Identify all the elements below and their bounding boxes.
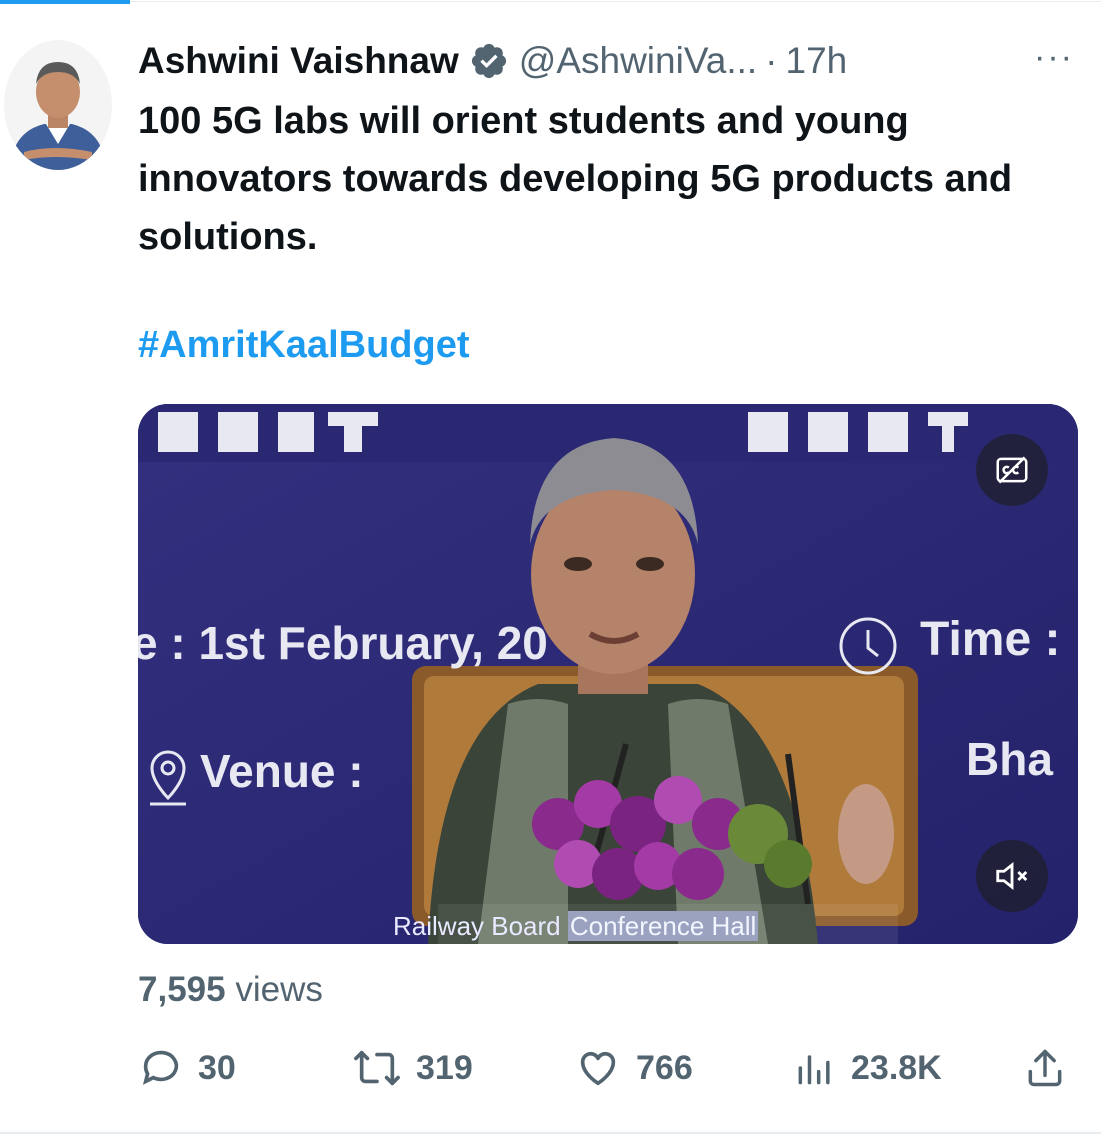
tweet-text: 100 5G labs will orient students and you…	[138, 100, 1013, 258]
caption-part-1: Railway Board	[393, 911, 568, 941]
views-line: 7,595 views	[138, 970, 323, 1010]
more-icon[interactable]: ···	[1034, 38, 1074, 77]
views-analytics-button[interactable]: 23.8K	[793, 1038, 942, 1098]
views-label: views	[235, 970, 323, 1009]
action-bar: 30 319 766 23.8K	[138, 1038, 1078, 1098]
separator-dot: ·	[765, 40, 778, 81]
hashtag-link[interactable]: #AmritKaalBudget	[138, 324, 470, 367]
backdrop-date-text: e : 1st February, 20	[138, 617, 548, 669]
share-button[interactable]	[1023, 1038, 1067, 1098]
caption-part-2: Conference Hall	[567, 911, 759, 941]
closed-captions-icon	[996, 456, 1028, 484]
backdrop-venue-text: Venue :	[200, 745, 364, 797]
top-accent-bar	[0, 0, 130, 4]
bottom-divider	[0, 1132, 1101, 1134]
author-handle[interactable]: @AshwiniVa...	[519, 40, 757, 82]
reply-icon	[142, 1050, 179, 1085]
like-button[interactable]: 766	[574, 1038, 693, 1098]
tweet-time[interactable]: 17h	[786, 40, 848, 82]
backdrop-time-text: Time :	[920, 613, 1061, 666]
views-count: 7,595	[138, 970, 226, 1009]
like-count: 766	[636, 1048, 693, 1087]
reply-count: 30	[198, 1048, 236, 1087]
top-divider	[130, 1, 1101, 2]
video-caption: Railway Board Conference Hall	[393, 911, 759, 942]
mute-icon	[996, 861, 1028, 891]
video-frame	[138, 404, 1078, 944]
retweet-count: 319	[416, 1048, 473, 1087]
views-analytics-count: 23.8K	[851, 1048, 942, 1087]
video-player[interactable]: e : 1st February, 20 Time : Venue : Bha …	[138, 404, 1078, 944]
mute-button[interactable]	[976, 840, 1048, 912]
closed-captions-button[interactable]	[976, 434, 1048, 506]
reply-button[interactable]: 30	[138, 1038, 236, 1098]
like-icon	[580, 1051, 616, 1086]
retweet-icon	[354, 1050, 400, 1086]
share-icon	[1028, 1049, 1062, 1087]
tweet-header: Ashwini Vaishnaw @AshwiniVa... · 17h ···	[138, 36, 1078, 86]
avatar[interactable]	[4, 40, 112, 170]
backdrop-bha-text: Bha	[966, 733, 1053, 785]
verified-badge-icon	[471, 43, 506, 79]
retweet-button[interactable]: 319	[352, 1038, 473, 1098]
author-name[interactable]: Ashwini Vaishnaw	[138, 40, 459, 82]
views-icon	[798, 1055, 830, 1085]
